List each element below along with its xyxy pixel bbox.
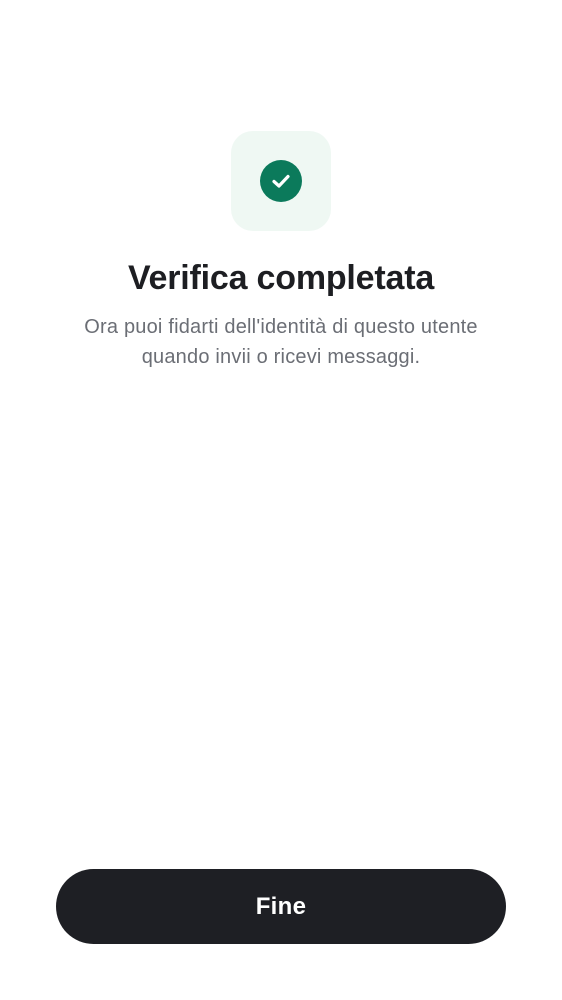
subtitle-line-1: Ora puoi fidarti dell'identità di questo… bbox=[84, 316, 478, 338]
subtitle: Ora puoi fidarti dell'identità di questo… bbox=[40, 312, 522, 372]
page-title: Verifica completata bbox=[127, 259, 435, 297]
done-button-label: Fine bbox=[255, 892, 307, 920]
verification-complete-screen: Verifica completata Ora puoi fidarti del… bbox=[0, 0, 562, 1000]
checkmark-icon bbox=[272, 174, 290, 188]
check-circle-icon bbox=[260, 160, 302, 202]
done-button[interactable]: Fine bbox=[56, 869, 506, 944]
subtitle-line-2: quando invii o ricevi messaggi. bbox=[141, 346, 421, 368]
status-icon-tile bbox=[231, 131, 331, 231]
